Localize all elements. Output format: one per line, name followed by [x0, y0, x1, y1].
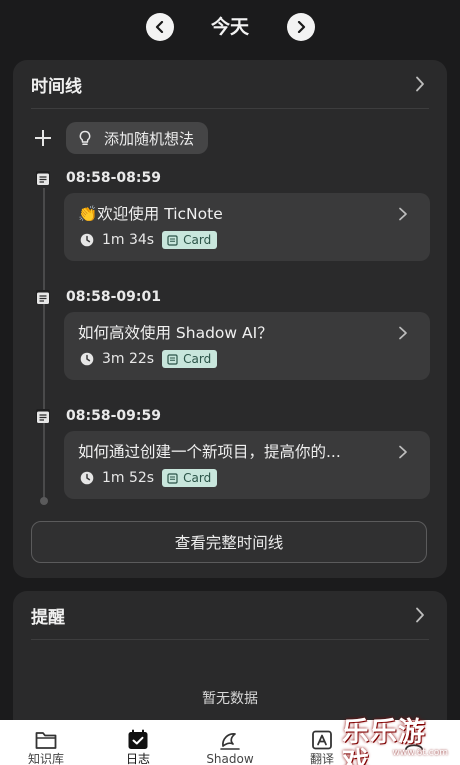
empty-state-text: 暂无数据 — [202, 691, 258, 707]
card-badge-label: Card — [183, 471, 212, 485]
entry-title: 如何高效使用 Shadow AI？ — [78, 324, 273, 342]
lightbulb-icon — [78, 130, 92, 146]
prev-day-button[interactable] — [146, 13, 174, 41]
date-header: 今天 — [0, 0, 460, 52]
timeline-card: 时间线 添加随机想法 08:58-08:59 👏欢迎使用 TicNote 1m … — [13, 60, 447, 578]
card-badge: Card — [162, 469, 218, 487]
calendar-check-icon — [128, 729, 148, 749]
tab-label: 日志 — [125, 752, 150, 765]
note-icon — [36, 409, 50, 423]
entry-time-range: 08:58-09:59 — [66, 408, 161, 424]
chevron-right-icon — [399, 207, 407, 221]
reminder-title: 提醒 — [31, 607, 65, 628]
note-icon — [36, 171, 50, 185]
view-full-timeline-button[interactable]: 查看完整时间线 — [31, 521, 427, 563]
translate-icon — [312, 730, 332, 750]
card-badge-label: Card — [183, 233, 212, 247]
tab-label: 知识库 — [27, 752, 64, 765]
watermark-url: www.6t.com — [392, 748, 448, 758]
card-icon — [167, 472, 178, 484]
entry-duration: 1m 52s — [102, 470, 155, 486]
entry-card[interactable]: 👏欢迎使用 TicNote 1m 34s Card — [64, 193, 430, 261]
tab-shadow[interactable]: Shadow — [184, 720, 276, 765]
chevron-right-icon — [399, 445, 407, 459]
entry-card[interactable]: 如何通过创建一个新项目，提高你的... 1m 52s Card — [64, 431, 430, 499]
shadow-icon — [220, 733, 240, 750]
add-random-idea-button[interactable]: 添加随机想法 — [66, 122, 209, 154]
chevron-right-icon — [415, 76, 429, 92]
entry-time-row: 08:58-09:01 — [36, 287, 161, 307]
add-idea-label: 添加随机想法 — [104, 129, 195, 148]
entry-meta: 1m 34s Card — [80, 230, 218, 250]
entry-time-row: 08:58-08:59 — [36, 168, 161, 188]
entry-duration: 3m 22s — [102, 351, 155, 367]
entry-meta: 1m 52s Card — [80, 468, 218, 488]
chevron-left-icon — [155, 21, 164, 33]
entry-title: 👏欢迎使用 TicNote — [78, 205, 223, 223]
card-badge: Card — [162, 231, 218, 249]
screen: 今天 时间线 添加随机想法 08:58-08:59 👏欢迎使用 TicNote … — [0, 0, 460, 765]
tab-label: Shadow — [206, 752, 254, 765]
folder-icon — [35, 732, 57, 749]
entry-time-range: 08:58-08:59 — [66, 170, 161, 186]
clock-icon — [80, 471, 94, 485]
card-icon — [167, 234, 178, 246]
watermark-logo: 乐乐游戏 www.6t.com — [342, 718, 456, 765]
chevron-right-icon — [297, 21, 306, 33]
timeline-title: 时间线 — [31, 76, 82, 97]
timeline-line — [43, 188, 45, 500]
date-title: 今天 — [210, 16, 249, 38]
entry-card[interactable]: 如何高效使用 Shadow AI？ 3m 22s Card — [64, 312, 430, 380]
card-badge-label: Card — [183, 352, 212, 366]
plus-icon[interactable] — [35, 130, 51, 146]
next-day-button[interactable] — [287, 13, 315, 41]
entry-time-range: 08:58-09:01 — [66, 289, 161, 305]
chevron-right-icon — [415, 607, 429, 623]
entry-title: 如何通过创建一个新项目，提高你的... — [78, 443, 341, 461]
card-icon — [167, 353, 178, 365]
tab-knowledge-base[interactable]: 知识库 — [0, 720, 92, 765]
tab-journal[interactable]: 日志 — [92, 720, 184, 765]
entry-duration: 1m 34s — [102, 232, 155, 248]
timeline-end-dot — [40, 497, 48, 505]
clock-icon — [80, 233, 94, 247]
clock-icon — [80, 352, 94, 366]
timeline-header[interactable]: 时间线 — [31, 60, 429, 109]
entry-meta: 3m 22s Card — [80, 349, 218, 369]
chevron-right-icon — [399, 326, 407, 340]
reminder-header[interactable]: 提醒 — [31, 591, 429, 640]
entry-time-row: 08:58-09:59 — [36, 406, 161, 426]
note-icon — [36, 290, 50, 304]
add-idea-row: 添加随机想法 — [35, 122, 209, 154]
card-badge: Card — [162, 350, 218, 368]
